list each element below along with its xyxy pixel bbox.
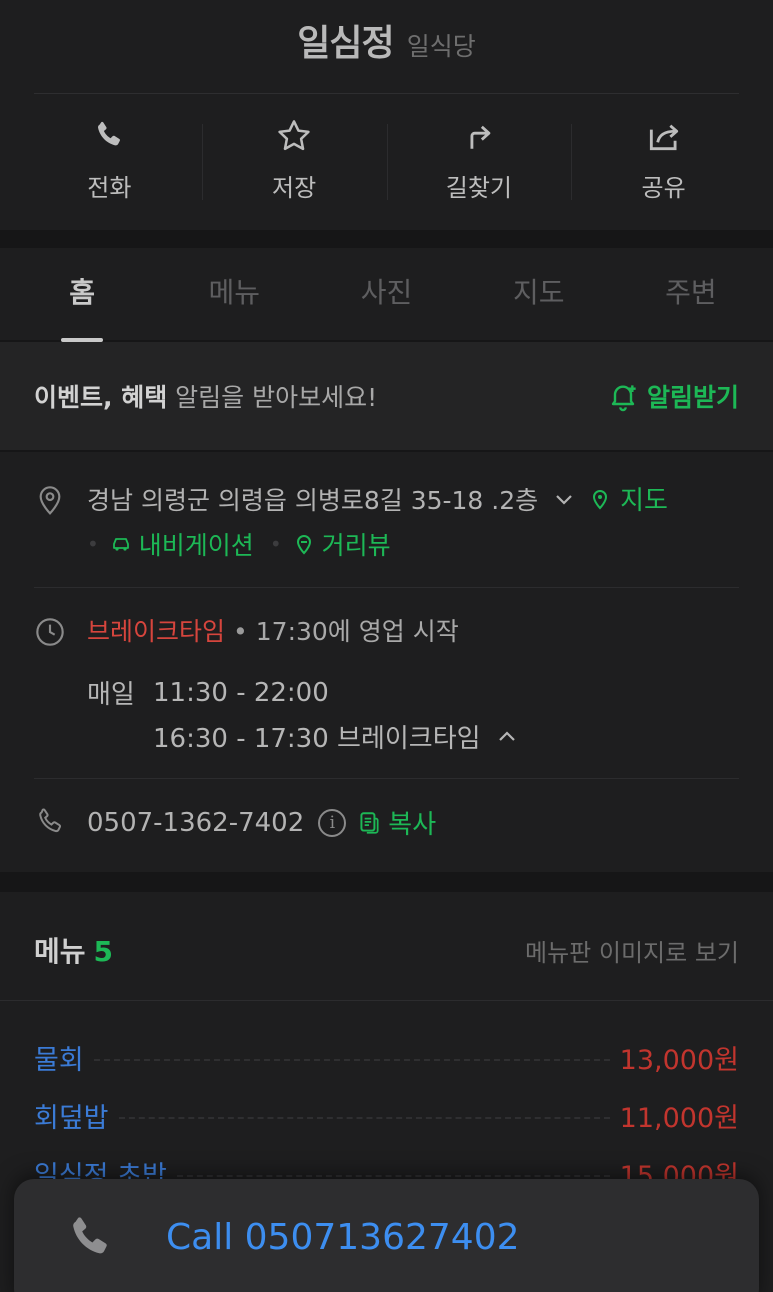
phone-icon [89, 116, 129, 156]
place-header: 일심정 일식당 전화 저장 길찾기 공유 [0, 0, 773, 230]
location-pin-icon [39, 486, 61, 515]
call-number-button[interactable]: Call 050713627402 [166, 1217, 520, 1258]
menu-header: 메뉴 5 메뉴판 이미지로 보기 [34, 930, 739, 970]
hours-row: 매일 11:30 - 22:00 [87, 674, 329, 711]
address-text: 경남 의령군 의령읍 의병로8길 35-18 .2층 [87, 485, 539, 515]
tab-menu[interactable]: 메뉴 [158, 248, 310, 340]
tab-home[interactable]: 홈 [6, 248, 158, 342]
directions-button-label: 길찾기 [445, 174, 512, 202]
place-info: 경남 의령군 의령읍 의병로8길 35-18 .2층 지도 • 내비게이션 • … [0, 452, 773, 872]
chevron-up-icon[interactable] [495, 725, 519, 749]
call-button[interactable]: 전화 [17, 110, 202, 210]
menu-item-name: 회덮밥 [34, 1103, 109, 1134]
car-icon [112, 538, 129, 551]
place-title: 일심정 일식당 [0, 14, 773, 66]
directions-icon [459, 116, 499, 156]
menu-item-price: 11,000원 [619, 1103, 739, 1134]
business-status: 브레이크타임 • 17:30에 영업 시작 [87, 612, 459, 648]
status-detail: 17:30에 영업 시작 [255, 617, 459, 646]
subscribe-alert-label: 알림받기 [646, 383, 739, 412]
info-icon[interactable]: i [318, 808, 347, 837]
menu-count: 5 [93, 935, 114, 968]
copy-button[interactable]: 복사 [356, 804, 436, 841]
tab-map[interactable]: 지도 [463, 248, 615, 340]
dotted-leader [118, 1116, 610, 1119]
phone-number[interactable]: 0507-1362-7402 [87, 808, 304, 838]
separator-dot: • [269, 532, 282, 556]
separator-dot: • [87, 532, 99, 556]
menu-item[interactable]: 물회 13,000원 [34, 1038, 739, 1077]
copy-button-label: 복사 [388, 810, 437, 840]
dotted-leader [176, 1174, 610, 1177]
view-menu-board-link[interactable]: 메뉴판 이미지로 보기 [525, 933, 739, 968]
event-message: 이벤트, 혜택 알림을 받아보세요! [34, 378, 377, 414]
dotted-leader [93, 1058, 610, 1061]
event-message-bold: 이벤트, 혜택 [34, 383, 168, 412]
separator-dot: • [233, 617, 248, 646]
map-pin-icon [593, 489, 608, 509]
event-banner: 이벤트, 혜택 알림을 받아보세요! 알림받기 [0, 342, 773, 450]
star-icon [274, 116, 314, 156]
map-link[interactable]: 지도 [588, 480, 668, 517]
subscribe-alert-button[interactable]: 알림받기 [607, 378, 739, 414]
hours-open: 11:30 - 22:00 [153, 677, 329, 708]
hours-day: 매일 [87, 680, 135, 710]
divider [0, 1000, 773, 1001]
menu-item-name: 물회 [34, 1045, 84, 1076]
share-icon [644, 116, 684, 156]
tab-photos[interactable]: 사진 [310, 248, 462, 340]
bell-plus-icon [611, 385, 636, 412]
menu-title-text: 메뉴 [34, 935, 86, 968]
menu-item[interactable]: 회덮밥 11,000원 [34, 1096, 739, 1135]
chevron-down-icon[interactable] [552, 487, 576, 511]
streetview-pin-icon [296, 535, 311, 555]
action-bar: 전화 저장 길찾기 공유 [17, 110, 756, 210]
clock-icon [36, 618, 64, 646]
call-action-sheet[interactable]: Call 050713627402 [14, 1179, 759, 1292]
share-button[interactable]: 공유 [571, 110, 756, 210]
copy-icon [360, 811, 379, 834]
place-category: 일식당 [406, 32, 476, 61]
navigation-link-label: 내비게이션 [138, 531, 254, 560]
save-button[interactable]: 저장 [201, 110, 387, 210]
phone-handset-icon [73, 1217, 107, 1254]
address-sublinks: • 내비게이션 • 거리뷰 [87, 526, 407, 562]
map-link-label: 지도 [620, 486, 668, 516]
streetview-link[interactable]: 거리뷰 [292, 526, 391, 562]
tab-bar: 홈 메뉴 사진 지도 주변 [0, 248, 773, 342]
navigation-link[interactable]: 내비게이션 [109, 526, 254, 562]
divider [34, 93, 739, 94]
menu-title: 메뉴 5 [34, 930, 113, 970]
directions-button[interactable]: 길찾기 [386, 110, 572, 210]
place-name: 일심정 [297, 23, 394, 64]
break-row: 16:30 - 17:30 브레이크타임 [87, 718, 519, 755]
menu-item-price: 13,000원 [619, 1045, 739, 1076]
streetview-link-label: 거리뷰 [321, 531, 391, 560]
save-button-label: 저장 [272, 174, 317, 202]
phone-row: 0507-1362-7402 i 복사 [87, 804, 436, 841]
phone-outline-icon [39, 808, 62, 833]
share-button-label: 공유 [641, 174, 686, 202]
event-message-rest: 알림을 받아보세요! [167, 383, 378, 412]
address-row: 경남 의령군 의령읍 의병로8길 35-18 .2층 지도 [87, 480, 668, 517]
hours-break: 16:30 - 17:30 브레이크타임 [153, 724, 481, 754]
divider [34, 587, 739, 588]
call-button-label: 전화 [87, 174, 132, 202]
tab-nearby[interactable]: 주변 [615, 248, 767, 340]
divider [34, 778, 739, 779]
status-badge: 브레이크타임 [87, 617, 226, 646]
